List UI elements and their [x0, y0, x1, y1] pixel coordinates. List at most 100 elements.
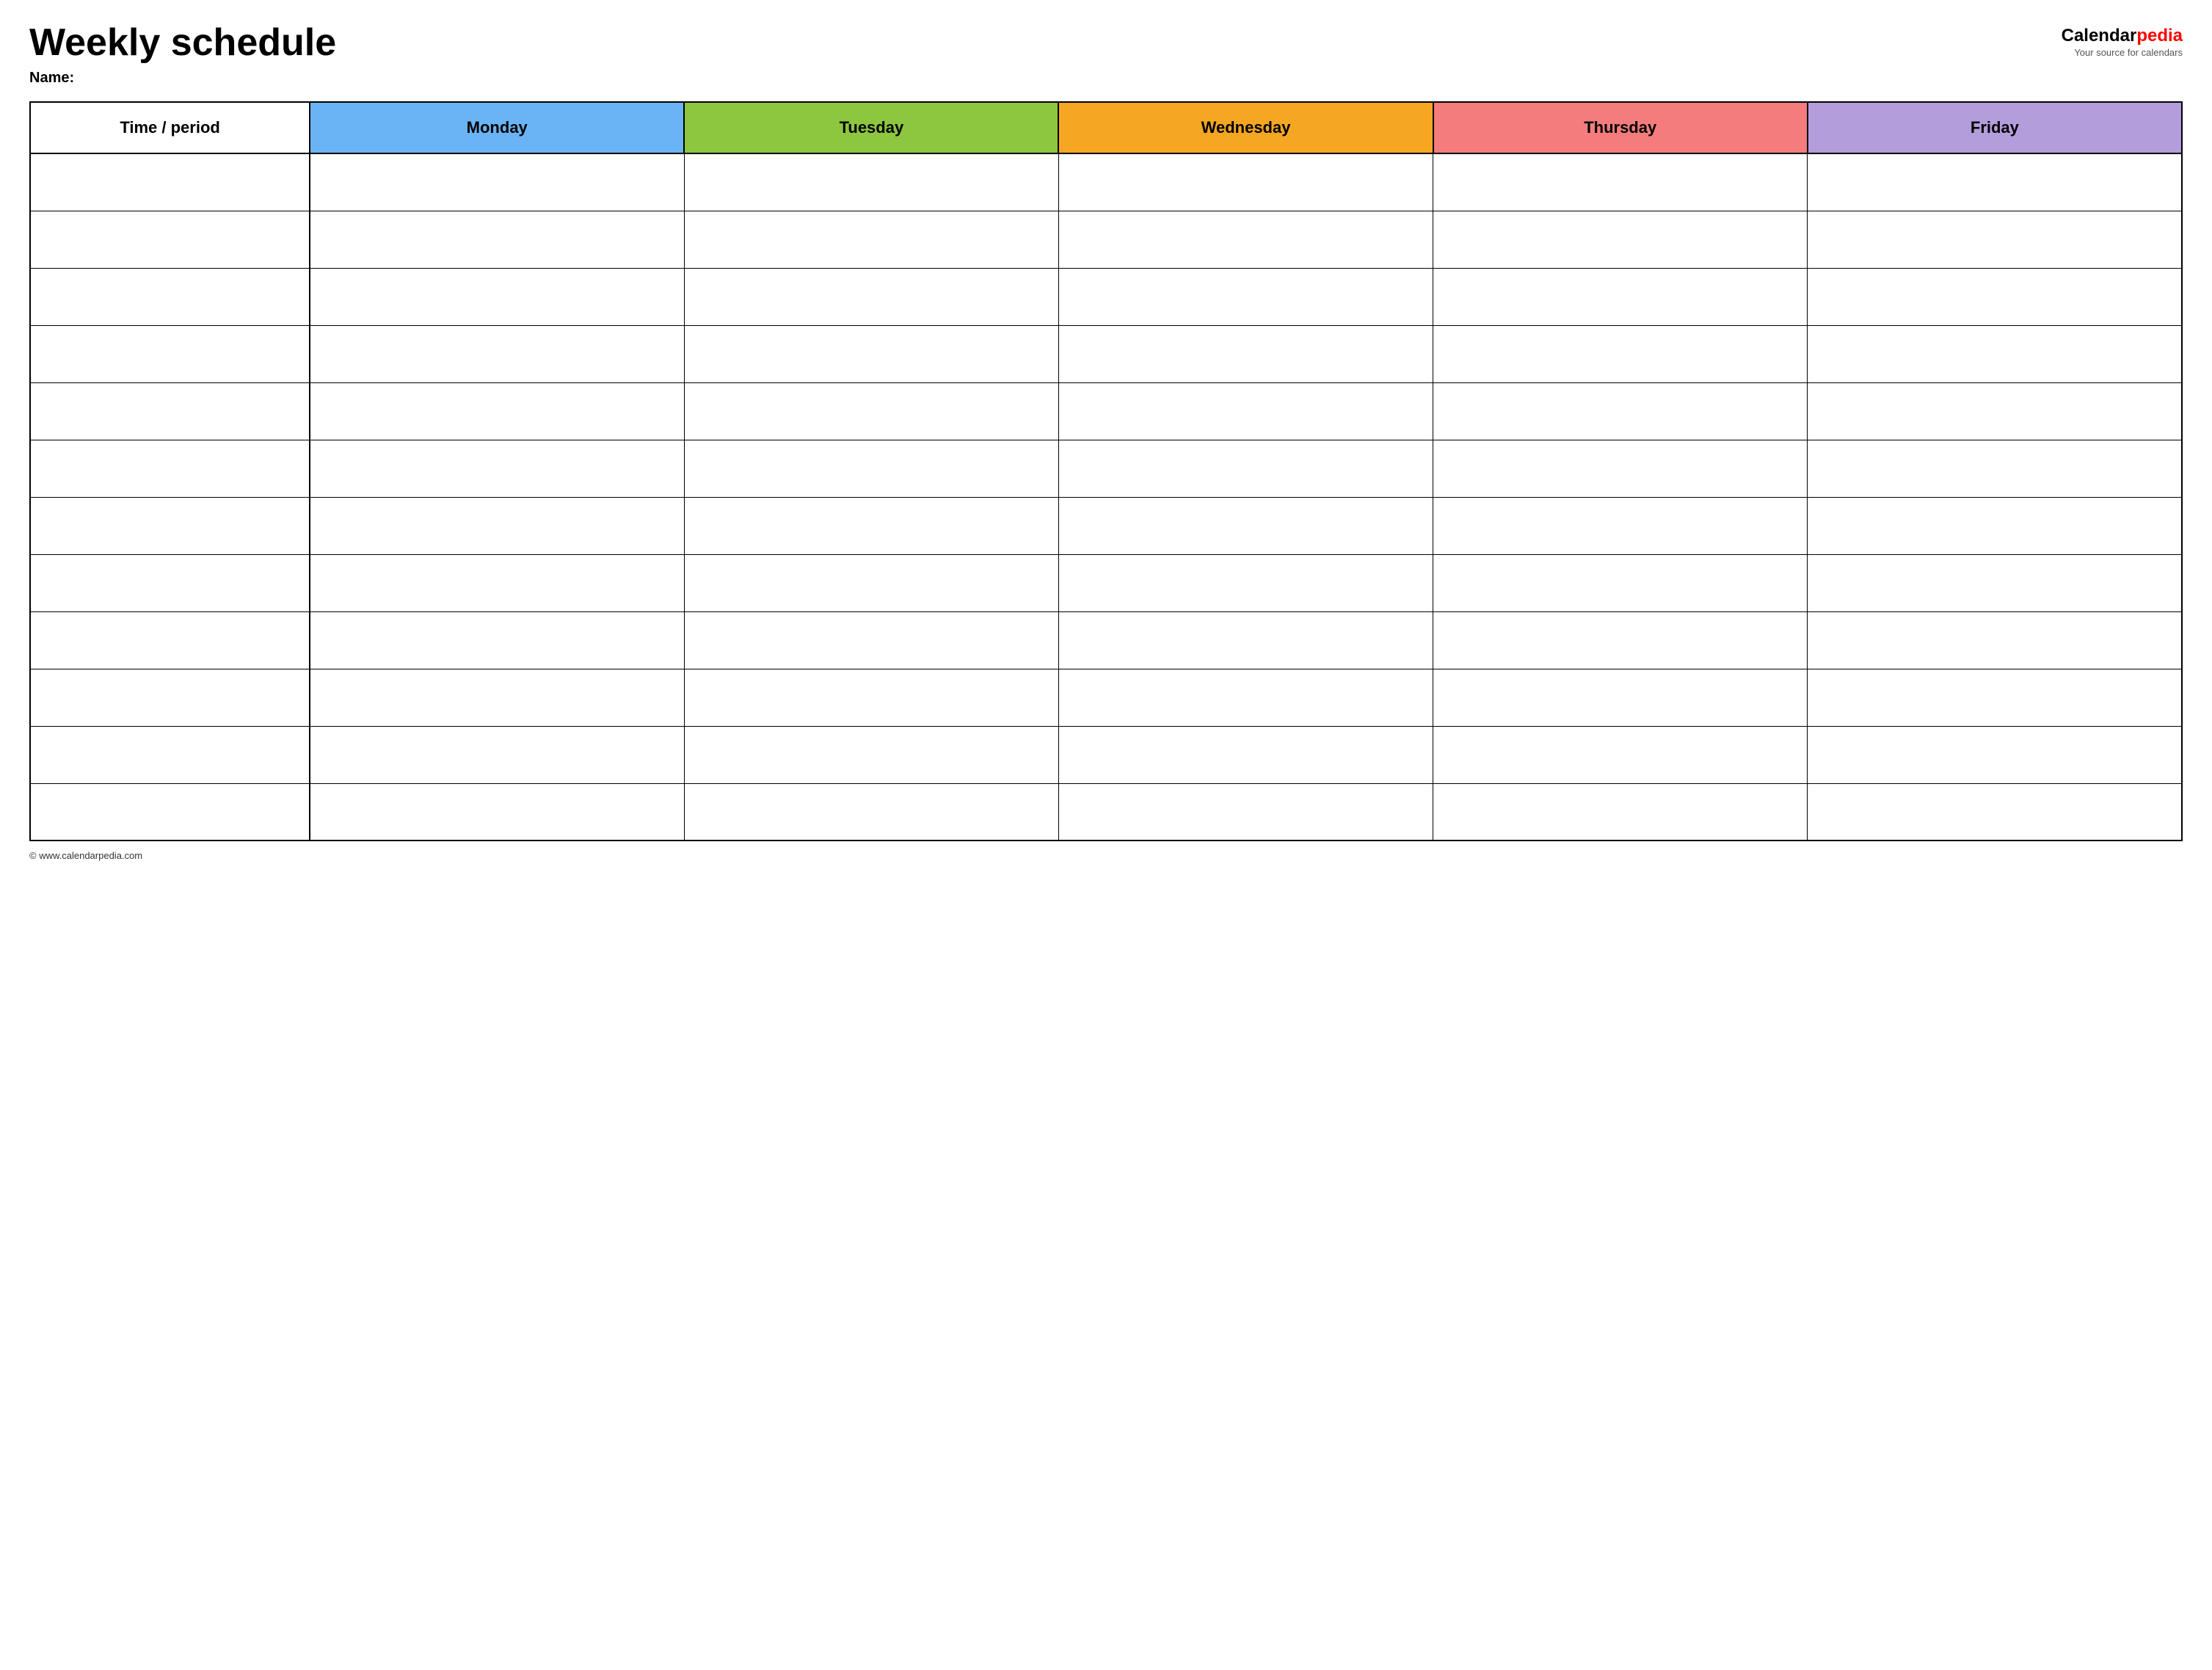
day-cell[interactable]	[1433, 440, 1808, 497]
time-cell[interactable]	[30, 611, 310, 669]
day-cell[interactable]	[310, 268, 684, 325]
day-cell[interactable]	[1058, 726, 1433, 783]
day-cell[interactable]	[1808, 325, 2182, 382]
day-cell[interactable]	[310, 611, 684, 669]
day-cell[interactable]	[1058, 611, 1433, 669]
header-section: Weekly schedule Name: Calendarpedia Your…	[29, 22, 2183, 87]
header-tuesday: Tuesday	[684, 102, 1058, 153]
time-cell[interactable]	[30, 382, 310, 440]
table-row	[30, 440, 2182, 497]
day-cell[interactable]	[684, 783, 1058, 841]
day-cell[interactable]	[1058, 268, 1433, 325]
title-area: Weekly schedule Name:	[29, 22, 336, 87]
day-cell[interactable]	[684, 325, 1058, 382]
day-cell[interactable]	[1058, 382, 1433, 440]
day-cell[interactable]	[1808, 669, 2182, 726]
day-cell[interactable]	[1808, 382, 2182, 440]
header-time: Time / period	[30, 102, 310, 153]
day-cell[interactable]	[1058, 153, 1433, 211]
day-cell[interactable]	[1808, 554, 2182, 611]
day-cell[interactable]	[1433, 153, 1808, 211]
day-cell[interactable]	[1808, 211, 2182, 268]
name-label: Name:	[29, 70, 336, 87]
day-cell[interactable]	[310, 211, 684, 268]
day-cell[interactable]	[310, 726, 684, 783]
logo-text: Calendarpedia	[2062, 26, 2183, 47]
day-cell[interactable]	[310, 325, 684, 382]
day-cell[interactable]	[1433, 268, 1808, 325]
time-cell[interactable]	[30, 211, 310, 268]
table-row	[30, 153, 2182, 211]
schedule-body	[30, 153, 2182, 841]
time-cell[interactable]	[30, 440, 310, 497]
day-cell[interactable]	[1808, 153, 2182, 211]
day-cell[interactable]	[1433, 497, 1808, 554]
day-cell[interactable]	[684, 669, 1058, 726]
day-cell[interactable]	[684, 726, 1058, 783]
day-cell[interactable]	[684, 211, 1058, 268]
table-row	[30, 211, 2182, 268]
day-cell[interactable]	[1058, 497, 1433, 554]
day-cell[interactable]	[1058, 554, 1433, 611]
day-cell[interactable]	[684, 440, 1058, 497]
day-cell[interactable]	[310, 554, 684, 611]
day-cell[interactable]	[1433, 669, 1808, 726]
day-cell[interactable]	[1433, 783, 1808, 841]
day-cell[interactable]	[1058, 440, 1433, 497]
day-cell[interactable]	[1058, 325, 1433, 382]
header-wednesday: Wednesday	[1058, 102, 1433, 153]
day-cell[interactable]	[1433, 325, 1808, 382]
day-cell[interactable]	[1058, 669, 1433, 726]
schedule-table: Time / period Monday Tuesday Wednesday T…	[29, 101, 2183, 841]
day-cell[interactable]	[684, 153, 1058, 211]
logo-calendar: Calendar	[2062, 26, 2137, 46]
day-cell[interactable]	[1433, 554, 1808, 611]
day-cell[interactable]	[310, 440, 684, 497]
header-friday: Friday	[1808, 102, 2182, 153]
table-row	[30, 726, 2182, 783]
day-cell[interactable]	[1433, 611, 1808, 669]
day-cell[interactable]	[1808, 268, 2182, 325]
logo-area: Calendarpedia Your source for calendars	[2062, 26, 2183, 58]
logo-tagline: Your source for calendars	[2074, 47, 2183, 58]
day-cell[interactable]	[1808, 611, 2182, 669]
table-header-row: Time / period Monday Tuesday Wednesday T…	[30, 102, 2182, 153]
day-cell[interactable]	[684, 497, 1058, 554]
table-row	[30, 497, 2182, 554]
day-cell[interactable]	[684, 611, 1058, 669]
day-cell[interactable]	[1808, 726, 2182, 783]
day-cell[interactable]	[1058, 783, 1433, 841]
time-cell[interactable]	[30, 325, 310, 382]
day-cell[interactable]	[684, 268, 1058, 325]
time-cell[interactable]	[30, 554, 310, 611]
day-cell[interactable]	[310, 497, 684, 554]
day-cell[interactable]	[1433, 726, 1808, 783]
time-cell[interactable]	[30, 268, 310, 325]
day-cell[interactable]	[1808, 440, 2182, 497]
day-cell[interactable]	[1808, 497, 2182, 554]
logo-pedia: pedia	[2136, 26, 2183, 46]
time-cell[interactable]	[30, 497, 310, 554]
day-cell[interactable]	[310, 153, 684, 211]
day-cell[interactable]	[310, 783, 684, 841]
day-cell[interactable]	[310, 382, 684, 440]
table-row	[30, 669, 2182, 726]
time-cell[interactable]	[30, 669, 310, 726]
table-row	[30, 382, 2182, 440]
day-cell[interactable]	[684, 554, 1058, 611]
time-cell[interactable]	[30, 783, 310, 841]
header-thursday: Thursday	[1433, 102, 1808, 153]
time-cell[interactable]	[30, 726, 310, 783]
day-cell[interactable]	[684, 382, 1058, 440]
day-cell[interactable]	[1433, 211, 1808, 268]
footer-url: © www.calendarpedia.com	[29, 850, 142, 861]
table-row	[30, 783, 2182, 841]
day-cell[interactable]	[1058, 211, 1433, 268]
table-row	[30, 554, 2182, 611]
day-cell[interactable]	[310, 669, 684, 726]
day-cell[interactable]	[1433, 382, 1808, 440]
day-cell[interactable]	[1808, 783, 2182, 841]
time-cell[interactable]	[30, 153, 310, 211]
table-row	[30, 325, 2182, 382]
table-row	[30, 268, 2182, 325]
